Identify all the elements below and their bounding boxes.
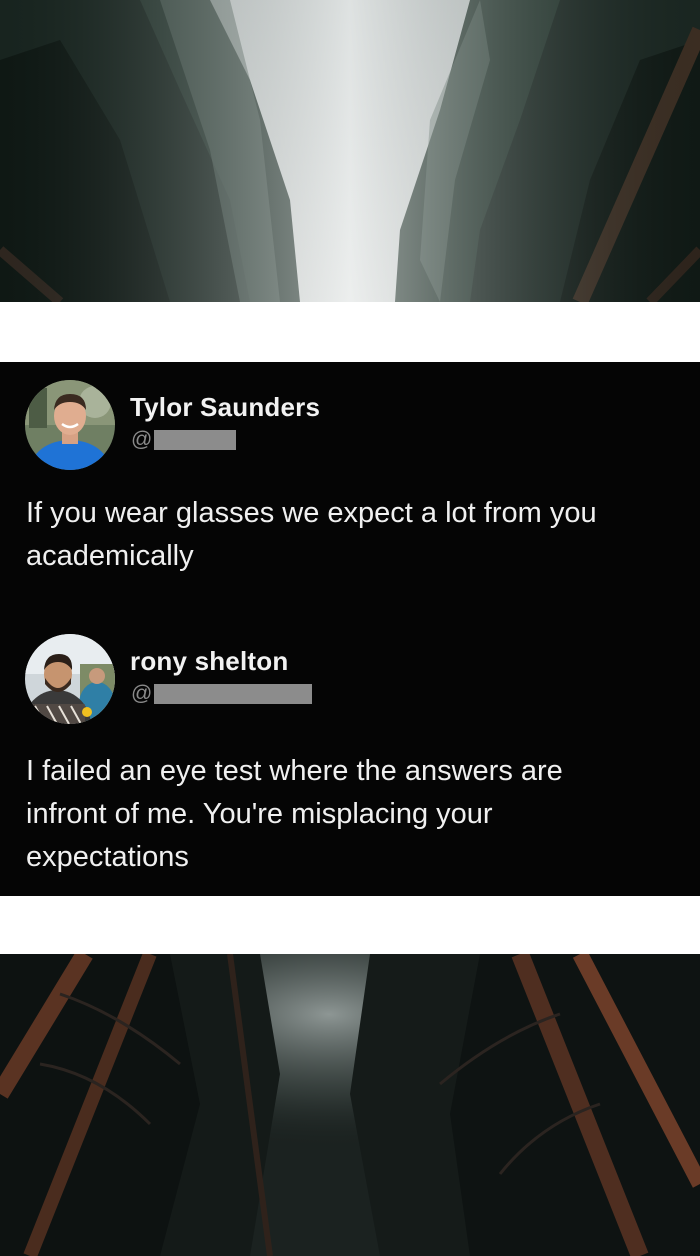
tweet-screenshot-card: Tylor Saunders @ If you wear glasses we … [0,362,700,896]
tweet-text: I failed an eye test where the answers a… [26,755,563,873]
tweet-text: If you wear glasses we expect a lot from… [26,497,597,572]
forest-photo-bottom [0,954,700,1256]
author-handle: @ [131,682,313,706]
handle-redaction [154,430,237,450]
handle-prefix: @ [131,428,153,451]
avatar [25,634,115,724]
handle-redaction [154,684,313,704]
handle-prefix: @ [131,682,153,705]
author-name: Tylor Saunders [130,392,321,422]
author-name: rony shelton [130,646,289,676]
forest-photo-top [0,0,700,302]
avatar [25,380,115,470]
author-handle: @ [131,428,237,452]
